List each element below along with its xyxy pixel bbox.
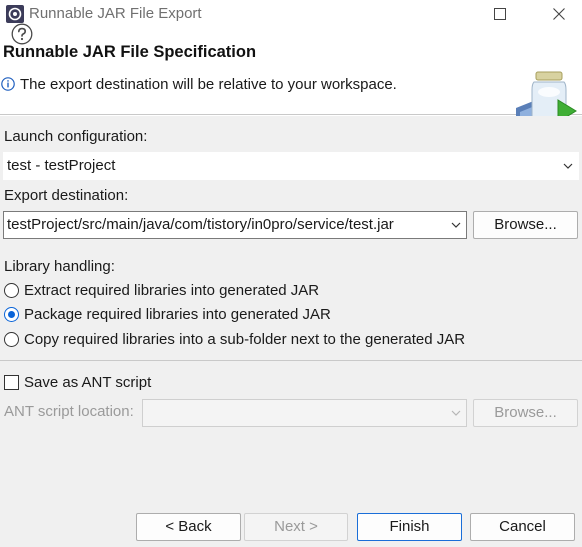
chevron-down-icon bbox=[451, 222, 461, 228]
export-destination-value: testProject/src/main/java/com/tistory/in… bbox=[7, 216, 394, 233]
export-destination-combo[interactable]: testProject/src/main/java/com/tistory/in… bbox=[3, 211, 467, 239]
package-libraries-label[interactable]: Package required libraries into generate… bbox=[24, 306, 331, 323]
library-handling-label: Library handling: bbox=[4, 258, 115, 275]
ant-browse-button[interactable]: Browse... bbox=[473, 399, 578, 427]
wizard-banner: Runnable JAR File Specification The expo… bbox=[0, 30, 582, 128]
launch-configuration-combo[interactable]: test - testProject bbox=[3, 152, 579, 180]
ant-script-location-label: ANT script location: bbox=[4, 403, 134, 420]
back-button[interactable]: < Back bbox=[136, 513, 241, 541]
copy-libraries-radio[interactable] bbox=[4, 332, 19, 347]
save-ant-script-label[interactable]: Save as ANT script bbox=[24, 374, 151, 391]
window-title: Runnable JAR File Export bbox=[29, 5, 202, 22]
copy-libraries-label[interactable]: Copy required libraries into a sub-folde… bbox=[24, 331, 465, 348]
save-ant-script-checkbox[interactable] bbox=[4, 375, 19, 390]
launch-configuration-label: Launch configuration: bbox=[4, 128, 148, 145]
close-button[interactable] bbox=[536, 0, 582, 28]
chevron-down-icon bbox=[451, 410, 461, 416]
cancel-button[interactable]: Cancel bbox=[470, 513, 575, 541]
banner-message: The export destination will be relative … bbox=[20, 76, 397, 93]
info-icon bbox=[1, 77, 15, 91]
separator bbox=[0, 360, 582, 361]
extract-libraries-label[interactable]: Extract required libraries into generate… bbox=[24, 282, 319, 299]
export-destination-label: Export destination: bbox=[4, 187, 129, 204]
help-icon[interactable] bbox=[11, 23, 33, 45]
close-icon bbox=[553, 8, 565, 20]
page-title: Runnable JAR File Specification bbox=[3, 43, 257, 61]
maximize-button[interactable] bbox=[477, 0, 523, 28]
export-browse-button[interactable]: Browse... bbox=[473, 211, 578, 239]
extract-libraries-radio[interactable] bbox=[4, 283, 19, 298]
eclipse-app-icon bbox=[6, 5, 24, 23]
chevron-down-icon bbox=[563, 163, 573, 169]
launch-configuration-value: test - testProject bbox=[7, 157, 116, 174]
next-button[interactable]: Next > bbox=[244, 513, 348, 541]
maximize-icon bbox=[494, 8, 506, 20]
package-libraries-radio[interactable] bbox=[4, 307, 19, 322]
title-bar: Runnable JAR File Export bbox=[0, 0, 582, 30]
ant-script-location-combo[interactable] bbox=[142, 399, 467, 427]
finish-button[interactable]: Finish bbox=[357, 513, 462, 541]
